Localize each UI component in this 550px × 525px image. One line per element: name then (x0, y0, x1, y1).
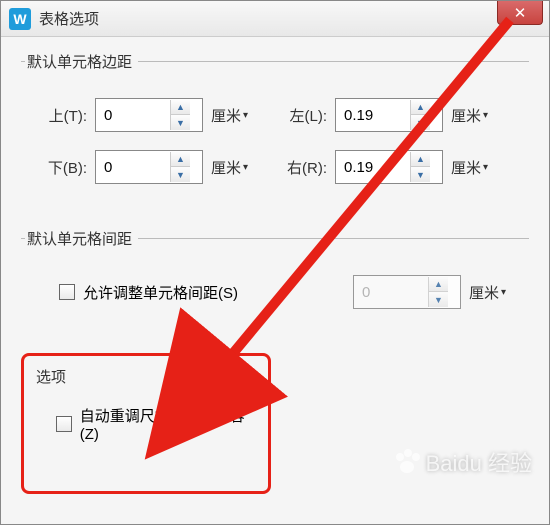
input-right[interactable]: ▲▼ (335, 150, 443, 184)
input-spacing: ▲▼ (353, 275, 461, 309)
watermark-text: Baidu 经验 (426, 446, 532, 478)
chevron-down-icon: ▾ (483, 110, 488, 121)
input-bottom[interactable]: ▲▼ (95, 150, 203, 184)
input-left-field[interactable] (336, 99, 410, 131)
input-right-field[interactable] (336, 151, 410, 183)
checkbox-label: 自动重调尺寸以适应内容(Z) (80, 405, 260, 443)
label-left: 左(L): (275, 105, 327, 126)
spinner-bottom[interactable]: ▲▼ (170, 152, 190, 182)
app-icon: W (9, 8, 31, 30)
input-top-field[interactable] (96, 99, 170, 131)
titlebar[interactable]: W 表格选项 ✕ (1, 1, 549, 37)
group-legend: 默认单元格间距 (25, 228, 138, 249)
paw-icon (394, 449, 422, 475)
annotation-highlight-box: 选项 自动重调尺寸以适应内容(Z) (21, 353, 271, 494)
checkbox-label: 允许调整单元格间距(S) (83, 282, 238, 303)
label-bottom: 下(B): (35, 157, 87, 178)
spinner-spacing: ▲▼ (428, 277, 448, 307)
close-button[interactable]: ✕ (497, 1, 543, 25)
chevron-down-icon: ▾ (501, 287, 506, 298)
spin-down-icon[interactable]: ▼ (410, 115, 430, 130)
unit-top[interactable]: 厘米▾ (211, 105, 267, 126)
spin-down-icon[interactable]: ▼ (170, 115, 190, 130)
group-options: 选项 自动重调尺寸以适应内容(Z) (32, 366, 260, 461)
chevron-down-icon: ▾ (243, 110, 248, 121)
spin-down-icon[interactable]: ▼ (170, 167, 190, 182)
checkbox-allow-spacing[interactable]: 允许调整单元格间距(S) (59, 282, 238, 303)
group-legend: 默认单元格边距 (25, 51, 138, 72)
input-bottom-field[interactable] (96, 151, 170, 183)
spin-up-icon[interactable]: ▲ (410, 100, 430, 115)
checkbox-icon (56, 416, 72, 432)
spin-down-icon: ▼ (428, 292, 448, 307)
spinner-right[interactable]: ▲▼ (410, 152, 430, 182)
spinner-left[interactable]: ▲▼ (410, 100, 430, 130)
group-legend: 选项 (32, 366, 70, 387)
dialog-title: 表格选项 (39, 8, 99, 29)
unit-left[interactable]: 厘米▾ (451, 105, 507, 126)
label-right: 右(R): (275, 157, 327, 178)
checkbox-autofit[interactable]: 自动重调尺寸以适应内容(Z) (56, 405, 260, 443)
spin-up-icon[interactable]: ▲ (170, 100, 190, 115)
unit-spacing: 厘米▾ (469, 282, 525, 303)
checkbox-icon (59, 284, 75, 300)
unit-bottom[interactable]: 厘米▾ (211, 157, 267, 178)
spin-up-icon[interactable]: ▲ (170, 152, 190, 167)
unit-right[interactable]: 厘米▾ (451, 157, 507, 178)
chevron-down-icon: ▾ (243, 162, 248, 173)
watermark: Baidu 经验 (394, 446, 532, 478)
spin-up-icon[interactable]: ▲ (410, 152, 430, 167)
spin-down-icon[interactable]: ▼ (410, 167, 430, 182)
spin-up-icon: ▲ (428, 277, 448, 292)
input-left[interactable]: ▲▼ (335, 98, 443, 132)
close-icon: ✕ (514, 4, 527, 22)
input-spacing-field (354, 276, 428, 308)
group-cell-spacing: 默认单元格间距 允许调整单元格间距(S) ▲▼ 厘米▾ (21, 228, 529, 333)
chevron-down-icon: ▾ (483, 162, 488, 173)
spinner-top[interactable]: ▲▼ (170, 100, 190, 130)
label-top: 上(T): (35, 105, 87, 126)
input-top[interactable]: ▲▼ (95, 98, 203, 132)
group-cell-margins: 默认单元格边距 上(T): ▲▼ 厘米▾ 左(L): ▲▼ 厘米▾ 下(B): (21, 51, 529, 208)
